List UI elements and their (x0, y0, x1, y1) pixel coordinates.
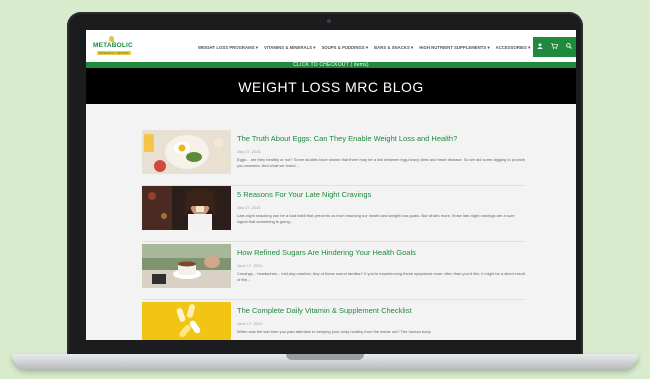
browser-screen: METABOLIC RESEARCH CENTER WEIGHT LOSS PR… (86, 30, 576, 340)
post-date: June 17, 2021 (237, 263, 263, 268)
post-title[interactable]: The Truth About Eggs: Can They Enable We… (237, 134, 457, 143)
user-icon[interactable] (537, 43, 543, 51)
post-excerpt: Cravings... headaches... mid-day crashes… (237, 271, 525, 282)
header-actions (533, 37, 576, 57)
blog-post: 5 Reasons For Your Late Night Cravings J… (142, 186, 525, 246)
blog-post: The Truth About Eggs: Can They Enable We… (142, 130, 525, 190)
divider (142, 299, 525, 300)
post-thumbnail-cravings[interactable] (142, 186, 231, 230)
logo-word: METABOLIC (93, 42, 133, 49)
post-thumbnail-vitamins[interactable] (142, 302, 231, 340)
post-date: July 27, 2021 (237, 205, 261, 210)
logo-subtitle: RESEARCH CENTER (97, 51, 131, 55)
post-excerpt: When was the last time you paid attentio… (237, 329, 431, 334)
site-header: METABOLIC RESEARCH CENTER WEIGHT LOSS PR… (86, 30, 576, 62)
nav-bars-snacks[interactable]: BARS & SNACKS ▾ (374, 45, 413, 51)
camera-dot (327, 19, 331, 23)
main-nav: WEIGHT LOSS PROGRAMS ▾ VITAMINS & MINERA… (198, 45, 530, 51)
post-title[interactable]: The Complete Daily Vitamin & Supplement … (237, 306, 412, 315)
post-title[interactable]: How Refined Sugars Are Hindering Your He… (237, 248, 416, 257)
blog-post: How Refined Sugars Are Hindering Your He… (142, 244, 525, 304)
nav-high-nutrient-supplements[interactable]: HIGH NUTRIENT SUPPLEMENTS ▾ (419, 45, 489, 51)
nav-weight-loss-programs[interactable]: WEIGHT LOSS PROGRAMS ▾ (198, 45, 258, 51)
page-title: WEIGHT LOSS MRC BLOG (238, 79, 424, 95)
cart-icon[interactable] (551, 43, 559, 51)
post-thumbnail-sugars[interactable] (142, 244, 231, 288)
post-date: June 17, 2021 (237, 321, 263, 326)
post-title[interactable]: 5 Reasons For Your Late Night Cravings (237, 190, 371, 199)
post-thumbnail-eggs[interactable] (142, 130, 231, 174)
blog-hero: WEIGHT LOSS MRC BLOG (86, 68, 576, 104)
divider (142, 241, 525, 242)
nav-accessories[interactable]: ACCESSORIES ▾ (496, 45, 531, 51)
post-excerpt: Late-night snacking can be a bad habit t… (237, 213, 515, 224)
post-excerpt: Eggs... are they healthy or not? Some st… (237, 157, 525, 168)
laptop-notch (286, 354, 364, 360)
blog-post: The Complete Daily Vitamin & Supplement … (142, 302, 525, 340)
post-date: July 27, 2021 (237, 149, 261, 154)
nav-soups-puddings[interactable]: SOUPS & PUDDINGS ▾ (321, 45, 368, 51)
site-logo[interactable]: METABOLIC RESEARCH CENTER (93, 36, 133, 58)
search-icon[interactable] (566, 43, 572, 51)
nav-vitamins-minerals[interactable]: VITAMINS & MINERALS ▾ (264, 45, 316, 51)
